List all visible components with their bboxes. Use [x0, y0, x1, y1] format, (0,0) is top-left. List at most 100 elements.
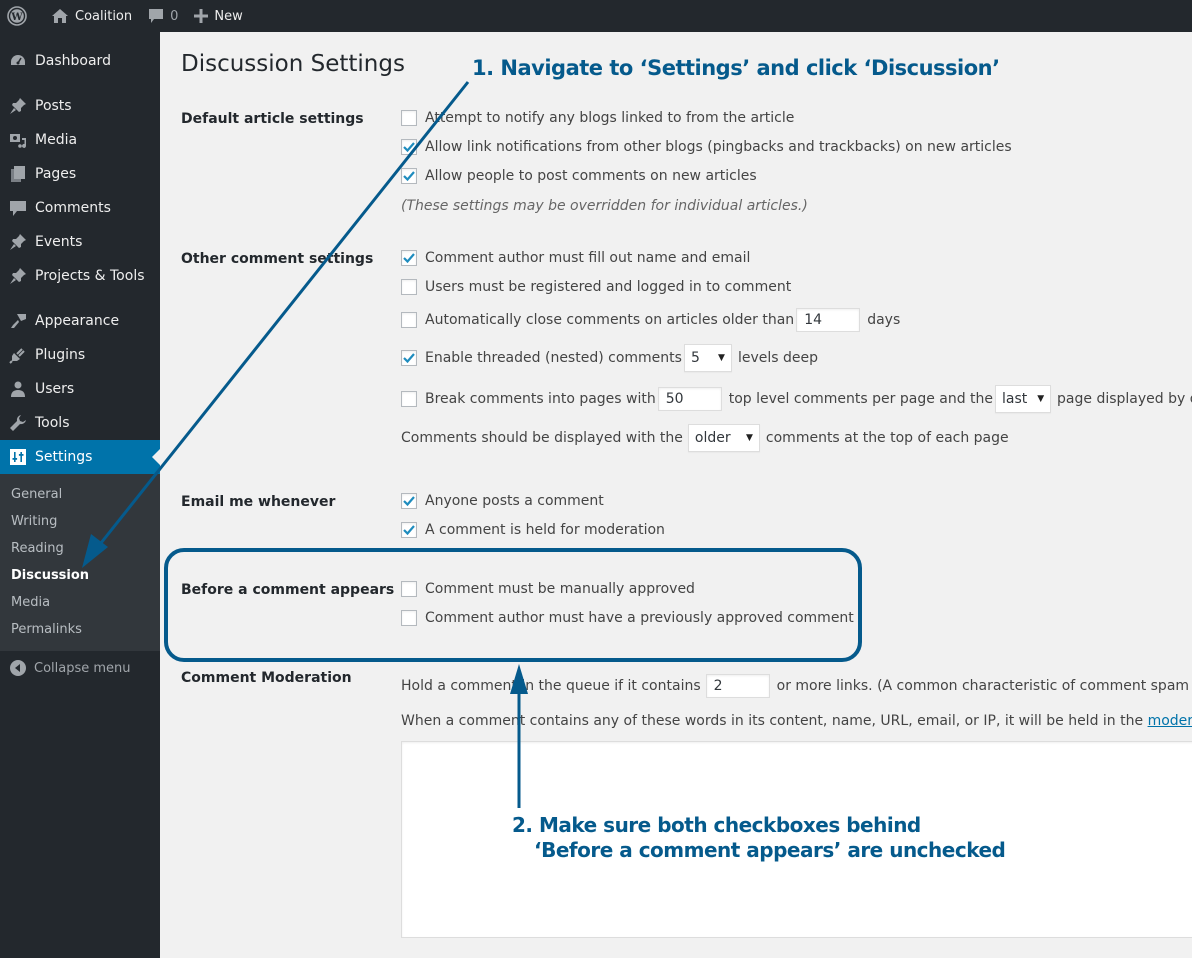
checkbox[interactable] — [401, 610, 417, 626]
submenu-item-writing[interactable]: Writing — [0, 508, 160, 535]
sidebar-item-media[interactable]: Media — [0, 123, 160, 157]
sidebar-item-label: Users — [35, 381, 75, 397]
checkbox[interactable] — [401, 350, 417, 366]
option-label: Hold a comment in the queue if it contai… — [401, 678, 701, 694]
default-page-select[interactable]: last ▼ — [995, 385, 1052, 413]
checkbox[interactable] — [401, 493, 417, 509]
checkbox[interactable] — [401, 312, 417, 328]
sidebar-item-plugins[interactable]: Plugins — [0, 338, 160, 372]
collapse-menu-button[interactable]: Collapse menu — [0, 651, 160, 685]
settings-override-note: (These settings may be overridden for in… — [401, 198, 808, 214]
comments-link[interactable]: 0 — [140, 0, 186, 32]
moderation-links-input[interactable]: 2 — [705, 674, 770, 698]
checkbox[interactable] — [401, 391, 417, 407]
sidebar-item-settings[interactable]: Settings — [0, 440, 160, 474]
checkbox[interactable] — [401, 279, 417, 295]
select-value: last — [1002, 391, 1028, 407]
option-manual-approval[interactable]: Comment must be manually approved — [401, 581, 695, 597]
annotation-step-2-line-1: 2. Make sure both checkboxes behind — [512, 813, 921, 837]
wordpress-logo-icon: W — [7, 6, 27, 26]
option-label: A comment is held for moderation — [425, 522, 665, 538]
option-label: Allow people to post comments on new art… — [425, 168, 757, 184]
sidebar-item-events[interactable]: Events — [0, 225, 160, 259]
close-days-input[interactable]: 14 — [796, 308, 861, 332]
sidebar-item-appearance[interactable]: Appearance — [0, 304, 160, 338]
option-require-registration[interactable]: Users must be registered and logged in t… — [401, 279, 791, 295]
media-camera-music-icon — [8, 130, 28, 150]
sidebar-item-label: Plugins — [35, 347, 86, 363]
sidebar-item-tools[interactable]: Tools — [0, 406, 160, 440]
option-label: Automatically close comments on articles… — [425, 312, 795, 328]
home-icon — [51, 8, 69, 24]
option-label: comments at the top of each page — [765, 430, 1009, 446]
sliders-icon — [8, 447, 28, 467]
submenu-item-media[interactable]: Media — [0, 589, 160, 616]
submenu-item-permalinks[interactable]: Permalinks — [0, 616, 160, 643]
moderation-queue-link[interactable]: moderation queue — [1148, 713, 1192, 729]
pages-icon — [8, 164, 28, 184]
settings-submenu: General Writing Reading Discussion Media… — [0, 474, 160, 651]
admin-sidebar: Dashboard Posts Media Pages Comments Eve… — [0, 32, 160, 958]
description-text: When a comment contains any of these wor… — [401, 713, 1144, 729]
other-comment-settings-label: Other comment settings — [181, 251, 374, 267]
annotation-step-2: 2. Make sure both checkboxes behind ‘Bef… — [512, 813, 1006, 863]
submenu-item-discussion[interactable]: Discussion — [0, 562, 160, 589]
option-label: Comment author must fill out name and em… — [425, 250, 751, 266]
option-notify-blogs[interactable]: Attempt to notify any blogs linked to fr… — [401, 110, 794, 126]
site-name-link[interactable]: Coalition — [43, 0, 140, 32]
sidebar-item-projects-tools[interactable]: Projects & Tools — [0, 259, 160, 293]
sidebar-item-users[interactable]: Users — [0, 372, 160, 406]
option-email-held-moderation[interactable]: A comment is held for moderation — [401, 522, 665, 538]
option-label: levels deep — [737, 350, 818, 366]
moderation-links-row: Hold a comment in the queue if it contai… — [401, 674, 1192, 698]
wordpress-logo-button[interactable]: W — [0, 0, 43, 32]
sidebar-item-label: Tools — [35, 415, 70, 431]
thread-depth-select[interactable]: 5 ▼ — [683, 344, 732, 372]
sidebar-item-label: Media — [35, 132, 78, 148]
sidebar-item-label: Projects & Tools — [35, 268, 145, 284]
sidebar-item-pages[interactable]: Pages — [0, 157, 160, 191]
sidebar-item-label: Pages — [35, 166, 77, 182]
option-allow-pingbacks[interactable]: Allow link notifications from other blog… — [401, 139, 1012, 155]
comments-per-page-input[interactable]: 50 — [657, 387, 722, 411]
option-label: page displayed by default — [1057, 391, 1192, 407]
annotation-step-1: 1. Navigate to ‘Settings’ and click ‘Dis… — [472, 56, 1000, 80]
pushpin-icon — [8, 266, 28, 286]
dropdown-arrow-icon: ▼ — [746, 433, 753, 443]
option-label: Enable threaded (nested) comments — [425, 350, 682, 366]
checkbox[interactable] — [401, 110, 417, 126]
checkbox[interactable] — [401, 522, 417, 538]
new-content-button[interactable]: New — [186, 0, 250, 32]
page-title: Discussion Settings — [181, 51, 405, 77]
sidebar-item-label: Dashboard — [35, 53, 111, 69]
admin-bar: W Coalition 0 New — [0, 0, 1192, 32]
comment-moderation-label: Comment Moderation — [181, 670, 352, 686]
sidebar-item-comments[interactable]: Comments — [0, 191, 160, 225]
option-allow-comments[interactable]: Allow people to post comments on new art… — [401, 168, 757, 184]
default-article-settings-label: Default article settings — [181, 111, 364, 127]
annotation-step-2-line-2: ‘Before a comment appears’ are unchecked — [534, 838, 1006, 862]
sidebar-item-dashboard[interactable]: Dashboard — [0, 44, 160, 78]
option-email-anyone-posts[interactable]: Anyone posts a comment — [401, 493, 604, 509]
wrench-icon — [8, 413, 28, 433]
new-label: New — [214, 8, 243, 24]
checkbox[interactable] — [401, 139, 417, 155]
checkbox[interactable] — [401, 581, 417, 597]
option-paging: Break comments into pages with 50 top le… — [401, 385, 1192, 413]
dropdown-arrow-icon: ▼ — [1037, 394, 1045, 404]
comment-order-select[interactable]: older ▼ — [687, 424, 760, 452]
option-label: top level comments per page and the — [728, 391, 994, 407]
option-comment-order: Comments should be displayed with the ol… — [401, 424, 1009, 452]
dashboard-gauge-icon — [8, 51, 28, 71]
submenu-item-reading[interactable]: Reading — [0, 535, 160, 562]
option-threaded: Enable threaded (nested) comments 5 ▼ lev… — [401, 344, 818, 372]
plus-icon — [194, 9, 209, 23]
sidebar-item-posts[interactable]: Posts — [0, 89, 160, 123]
submenu-item-general[interactable]: General — [0, 481, 160, 508]
checkbox[interactable] — [401, 250, 417, 266]
email-me-whenever-label: Email me whenever — [181, 494, 336, 510]
option-label: Users must be registered and logged in t… — [425, 279, 792, 295]
checkbox[interactable] — [401, 168, 417, 184]
option-require-name-email[interactable]: Comment author must fill out name and em… — [401, 250, 750, 266]
option-previously-approved[interactable]: Comment author must have a previously ap… — [401, 610, 854, 626]
